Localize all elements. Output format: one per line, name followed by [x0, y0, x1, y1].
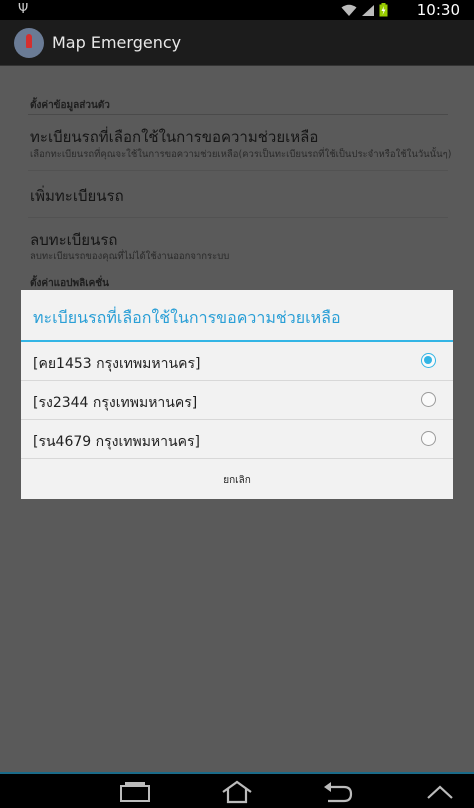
radio-option-plate-1[interactable]: [คย1453 กรุงเทพมหานคร]: [21, 342, 453, 380]
radio-option-plate-3[interactable]: [รน4679 กรุงเทพมหานคร]: [21, 420, 453, 458]
radio-option-plate-2[interactable]: [รง2344 กรุงเทพมหานคร]: [21, 381, 453, 419]
map-emergency-app-icon[interactable]: [14, 28, 44, 58]
pref-divider: [28, 170, 448, 171]
category-personal-settings: ตั้งค่าข้อมูลส่วนตัว: [30, 100, 110, 111]
app-title: Map Emergency: [52, 33, 182, 52]
home-icon[interactable]: [217, 778, 257, 806]
radio-option-label: [รง2344 กรุงเทพมหานคร]: [33, 395, 198, 411]
battery-charging-icon: [379, 3, 388, 17]
pref-add-plate-title: เพิ่มทะเบียนรถ: [30, 187, 124, 205]
radio-button-unchecked[interactable]: [421, 431, 436, 446]
usb-icon: Ψ: [18, 2, 29, 17]
pref-divider: [28, 217, 448, 218]
cancel-button[interactable]: ยกเลิก: [21, 458, 453, 499]
radio-option-label: [รน4679 กรุงเทพมหานคร]: [33, 434, 200, 450]
select-plate-dialog: ทะเบียนรถที่เลือกใช้ในการขอความช่วยเหลือ…: [21, 290, 453, 499]
status-icons: [341, 3, 388, 17]
pref-remove-plate-summary: ลบทะเบียนรถของคุณที่ไม่ได้ใช้งานออกจากระ…: [30, 251, 230, 262]
back-icon[interactable]: [318, 778, 358, 806]
navigation-bar: [0, 772, 474, 808]
chevron-up-icon[interactable]: [420, 778, 460, 806]
category-divider: [28, 114, 448, 115]
dialog-title: ทะเบียนรถที่เลือกใช้ในการขอความช่วยเหลือ: [33, 308, 341, 327]
action-bar: Map Emergency: [0, 20, 474, 66]
wifi-icon: [341, 4, 357, 17]
category-app-settings: ตั้งค่าแอปพลิเคชั่น: [30, 278, 109, 289]
radio-button-unchecked[interactable]: [421, 392, 436, 407]
recent-apps-icon[interactable]: [115, 778, 155, 806]
status-bar: Ψ 10:30: [0, 0, 474, 20]
clock: 10:30: [416, 1, 460, 19]
radio-button-checked[interactable]: [421, 353, 436, 368]
radio-option-label: [คย1453 กรุงเทพมหานคร]: [33, 356, 201, 372]
pref-select-plate-title: ทะเบียนรถที่เลือกใช้ในการขอความช่วยเหลือ: [30, 128, 319, 146]
pref-select-plate-summary: เลือกทะเบียนรถที่คุณจะใช้ในการขอความช่วย…: [30, 149, 452, 160]
signal-icon: [361, 4, 375, 17]
